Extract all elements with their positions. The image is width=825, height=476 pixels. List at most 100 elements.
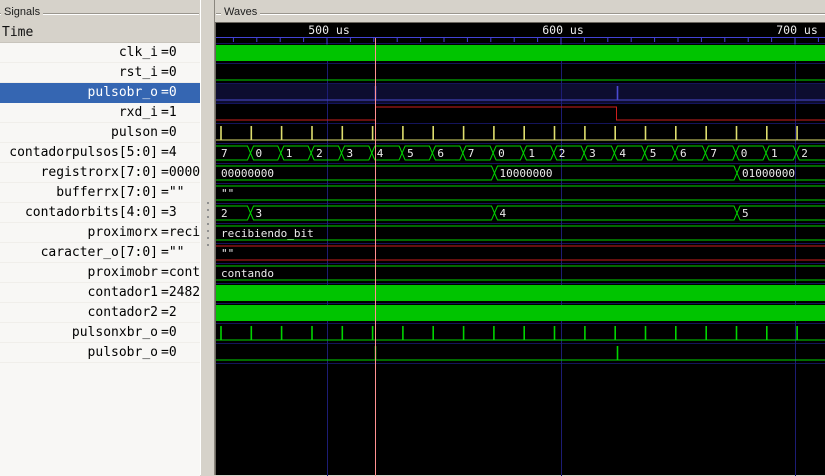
signal-value: =2 — [161, 305, 177, 320]
signal-row-contador1[interactable]: contador1 =2482 — [0, 283, 200, 303]
bus-value-label: 4 — [619, 147, 626, 160]
bus-value-label: 5 — [650, 147, 657, 160]
bus-value-label: 4 — [377, 147, 384, 160]
bus-segment-contadorbits[4:0] — [736, 205, 825, 221]
waves-frame-label: Waves — [221, 6, 261, 18]
signal-value: =0 — [161, 345, 177, 360]
axis-time-label: 700 us — [776, 23, 818, 37]
signal-name: proximorx — [87, 225, 158, 240]
time-column-header: Time — [2, 25, 34, 40]
signal-row-proximorx[interactable]: proximorx=recibiendo_bit — [0, 223, 200, 243]
signal-name: clk_i — [118, 45, 158, 60]
signal-row-rst_i[interactable]: rst_i =0 — [0, 63, 200, 83]
signal-value: =0 — [161, 65, 177, 80]
divider-grip-dot — [207, 237, 209, 239]
trace-block-clk_i — [216, 45, 825, 61]
signal-name: rst_i — [118, 65, 158, 80]
bus-value-label: 7 — [221, 147, 228, 160]
signal-name: contadorpulsos[5:0] — [9, 145, 158, 160]
trace-block-contador1 — [216, 285, 825, 301]
divider-grip-dot — [207, 216, 209, 218]
bus-value-label: 2 — [316, 147, 323, 160]
bus-value-label: 3 — [347, 147, 354, 160]
bus-value-label: 5 — [742, 207, 749, 220]
signal-name: pulsonxbr_o — [71, 325, 158, 340]
signal-row-pulson[interactable]: pulson =0 — [0, 123, 200, 143]
divider-grip-dot — [207, 209, 209, 211]
signals-frame-label: Signals — [1, 6, 44, 18]
bus-value-label: 3 — [589, 147, 596, 160]
signal-value: ="" — [161, 185, 185, 200]
signal-name: registrorx[7:0] — [40, 165, 158, 180]
signal-value: =recibiendo_bit — [161, 225, 200, 240]
waveform-svg: 500 us 600 us 700 us 7 0 1 2 3 4 5 6 7 0 1 2 3 4 5 6 7 0 1 2 00… — [216, 23, 825, 476]
signal-value: ="" — [161, 245, 185, 260]
signal-value: =0 — [161, 85, 177, 100]
bus-value-label: 7 — [710, 147, 717, 160]
signal-value: =00000000 — [161, 165, 200, 180]
signal-value: =0 — [161, 325, 177, 340]
bus-value-label: "" — [221, 187, 234, 200]
pane-divider[interactable] — [200, 0, 215, 475]
bus-value-label: 5 — [407, 147, 414, 160]
signal-name: pulson — [111, 125, 158, 140]
signal-list: clk_i =0 rst_i =0 pulsobr_o =0 rxd_i =1 pulson =0… — [0, 42, 200, 476]
divider-grip-dot — [207, 230, 209, 232]
signal-row-pulsobr_o[interactable]: pulsobr_o =0 — [0, 83, 200, 103]
signal-name: contador1 — [87, 285, 158, 300]
signal-row-pulsobr_o[interactable]: pulsobr_o =0 — [0, 343, 200, 363]
signal-row-caracter_o70[interactable]: caracter_o[7:0] ="" — [0, 243, 200, 263]
bus-value-label: 6 — [680, 147, 687, 160]
signal-value: =contando — [161, 265, 200, 280]
divider-grip-dot — [207, 244, 209, 246]
axis-time-label: 500 us — [308, 23, 350, 37]
bus-value-label: 0 — [498, 147, 505, 160]
waveform-canvas[interactable]: 500 us 600 us 700 us 7 0 1 2 3 4 5 6 7 0 1 2 3 4 5 6 7 0 1 2 00… — [215, 22, 825, 476]
signal-row-proximobr[interactable]: proximobr=contando — [0, 263, 200, 283]
signal-row-contadorpulsos50[interactable]: contadorpulsos[5:0] =4 — [0, 143, 200, 163]
signal-row-registrorx70[interactable]: registrorx[7:0]=00000000 — [0, 163, 200, 183]
bus-segment-contadorbits[4:0] — [249, 205, 496, 221]
bus-value-label: 2 — [221, 207, 228, 220]
signal-name: pulsobr_o — [87, 345, 158, 360]
bus-value-label: 1 — [286, 147, 293, 160]
bus-value-label: recibiendo_bit — [221, 227, 314, 240]
bus-value-label: 7 — [468, 147, 475, 160]
signal-row-contadorbits40[interactable]: contadorbits[4:0] =3 — [0, 203, 200, 223]
signal-value: =1 — [161, 105, 177, 120]
bus-value-label: 4 — [500, 207, 507, 220]
bus-value-label: 0 — [256, 147, 263, 160]
signal-name: pulsobr_o — [87, 85, 158, 100]
trace-block-contador2 — [216, 305, 825, 321]
signal-row-rxd_i[interactable]: rxd_i =1 — [0, 103, 200, 123]
signal-name: caracter_o[7:0] — [40, 245, 158, 260]
signal-value: =3 — [161, 205, 177, 220]
signal-row-bufferrx70[interactable]: bufferrx[7:0] ="" — [0, 183, 200, 203]
divider-grip-dot — [207, 223, 209, 225]
axis-time-label: 600 us — [542, 23, 584, 37]
signal-name: bufferrx[7:0] — [56, 185, 158, 200]
signal-name: contadorbits[4:0] — [24, 205, 158, 220]
signal-row-pulsonxbr_o[interactable]: pulsonxbr_o =0 — [0, 323, 200, 343]
bus-value-label: "" — [221, 247, 234, 260]
bus-value-label: 1 — [528, 147, 535, 160]
bus-value-label: 0 — [741, 147, 748, 160]
bus-value-label: 2 — [801, 147, 808, 160]
bus-segment-contadorbits[4:0] — [493, 205, 738, 221]
waves-frame-border — [216, 13, 825, 15]
bus-value-label: 2 — [559, 147, 566, 160]
signal-name: proximobr — [87, 265, 158, 280]
signal-value: =0 — [161, 45, 177, 60]
bus-value-label: 10000000 — [500, 167, 553, 180]
bus-value-label: 3 — [256, 207, 263, 220]
bus-value-label: 01000000 — [742, 167, 795, 180]
signal-value: =2482 — [161, 285, 200, 300]
bus-value-label: 6 — [437, 147, 444, 160]
signal-row-contador2[interactable]: contador2 =2 — [0, 303, 200, 323]
gtkwave-window: Signals Time clk_i =0 rst_i =0 pulsobr_o =0 rx… — [0, 0, 825, 476]
signal-row-clk_i[interactable]: clk_i =0 — [0, 43, 200, 63]
bus-value-label: contando — [221, 267, 274, 280]
signal-name: rxd_i — [118, 105, 158, 120]
bus-value-label: 00000000 — [221, 167, 274, 180]
signal-name: contador2 — [87, 305, 158, 320]
